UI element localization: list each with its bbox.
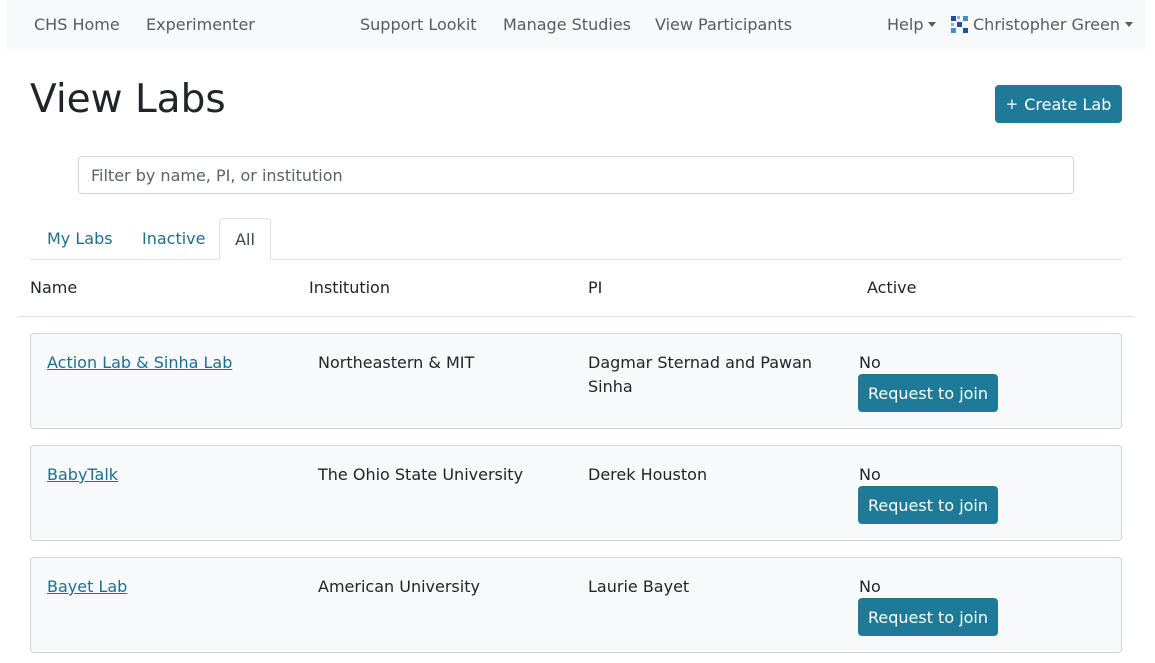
lab-pi: Derek Houston — [588, 465, 708, 484]
lab-name: Bayet Lab — [47, 575, 127, 599]
column-header-pi: PI — [588, 278, 603, 297]
nav-help-dropdown[interactable]: Help — [887, 15, 937, 35]
top-navbar: CHS Home Experimenter Support Lookit Man… — [6, 0, 1146, 51]
nav-support-lookit[interactable]: Support Lookit — [360, 15, 477, 35]
lab-active-status: No — [859, 353, 881, 372]
chevron-down-icon — [1125, 22, 1133, 27]
nav-user-name: Christopher Green — [973, 15, 1120, 34]
lookit-logo-icon — [951, 16, 968, 33]
nav-chs-home[interactable]: CHS Home — [34, 15, 120, 35]
header-divider — [18, 316, 1134, 317]
lab-active-status: No — [859, 465, 881, 484]
lab-active-status: No — [859, 577, 881, 596]
lab-name-link[interactable]: Action Lab & Sinha Lab — [47, 353, 232, 372]
create-lab-button[interactable]: + Create Lab — [995, 85, 1122, 123]
request-to-join-button[interactable]: Request to join — [858, 598, 998, 636]
lab-card: BabyTalk The Ohio State University Derek… — [30, 445, 1122, 541]
lab-institution: The Ohio State University — [318, 465, 524, 484]
plus-icon: + — [1005, 95, 1019, 113]
lab-name-link[interactable]: BabyTalk — [47, 465, 118, 484]
nav-view-participants[interactable]: View Participants — [655, 15, 792, 35]
lab-card: Action Lab & Sinha Lab Northeastern & MI… — [30, 333, 1122, 429]
lab-institution: American University — [318, 577, 480, 596]
request-to-join-button[interactable]: Request to join — [858, 486, 998, 524]
nav-help-label: Help — [887, 15, 924, 34]
chevron-down-icon — [928, 22, 937, 27]
lab-pi: Laurie Bayet — [588, 577, 690, 596]
nav-user-dropdown[interactable]: Christopher Green — [951, 15, 1133, 35]
nav-manage-studies[interactable]: Manage Studies — [503, 15, 631, 35]
lab-institution: Northeastern & MIT — [318, 353, 475, 372]
tab-my-labs[interactable]: My Labs — [47, 218, 113, 260]
column-header-active: Active — [867, 278, 917, 297]
request-to-join-button[interactable]: Request to join — [858, 374, 998, 412]
tab-inactive[interactable]: Inactive — [142, 218, 206, 260]
tab-all[interactable]: All — [219, 218, 271, 260]
filter-input[interactable] — [78, 156, 1074, 194]
column-header-institution: Institution — [309, 278, 390, 297]
lab-card: Bayet Lab American University Laurie Bay… — [30, 557, 1122, 653]
lab-name: BabyTalk — [47, 463, 118, 487]
create-lab-label: Create Lab — [1024, 94, 1112, 114]
column-header-name: Name — [30, 278, 78, 297]
nav-experimenter[interactable]: Experimenter — [146, 15, 255, 35]
lab-name: Action Lab & Sinha Lab — [47, 351, 232, 375]
page-title: View Labs — [30, 77, 226, 122]
lab-name-link[interactable]: Bayet Lab — [47, 577, 127, 596]
lab-pi: Dagmar Sternad and Pawan Sinha — [588, 353, 813, 396]
